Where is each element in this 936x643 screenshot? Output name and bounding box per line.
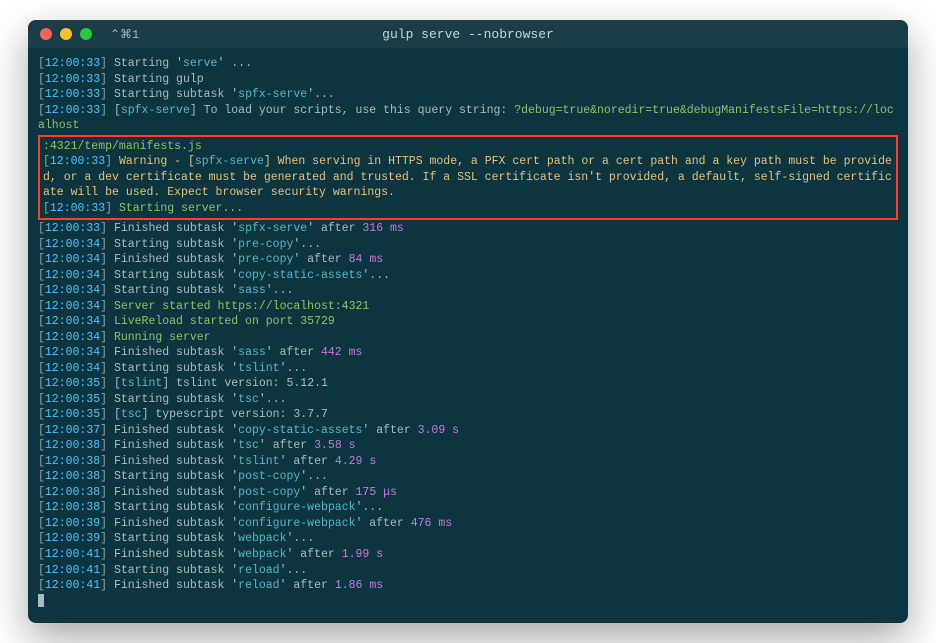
log-line: [12:00:38] Finished subtask 'tsc' after …: [38, 438, 898, 454]
log-line: [12:00:33] Starting 'serve' ...: [38, 56, 898, 72]
log-line: [12:00:34] Running server: [38, 330, 898, 346]
log-line: [12:00:33] Finished subtask 'spfx-serve'…: [38, 221, 898, 237]
terminal-output[interactable]: [12:00:33] Starting 'serve' ...[12:00:33…: [28, 48, 908, 623]
log-line: [12:00:35] [tslint] tslint version: 5.12…: [38, 376, 898, 392]
log-line: [12:00:38] Finished subtask 'post-copy' …: [38, 485, 898, 501]
log-line: [12:00:41] Finished subtask 'webpack' af…: [38, 547, 898, 563]
log-line: [12:00:33] Starting server...: [43, 201, 893, 217]
log-line: [12:00:34] Finished subtask 'pre-copy' a…: [38, 252, 898, 268]
close-icon[interactable]: [40, 28, 52, 40]
title-bar: ⌃⌘1 gulp serve --nobrowser: [28, 20, 908, 48]
log-line: :4321/temp/manifests.js: [43, 139, 893, 155]
log-line: [12:00:41] Finished subtask 'reload' aft…: [38, 578, 898, 594]
log-line: [12:00:39] Starting subtask 'webpack'...: [38, 531, 898, 547]
prompt-cursor[interactable]: [38, 594, 898, 610]
log-line: [12:00:33] Starting gulp: [38, 72, 898, 88]
log-line: [12:00:34] Finished subtask 'sass' after…: [38, 345, 898, 361]
log-line: [12:00:34] LiveReload started on port 35…: [38, 314, 898, 330]
log-line: [12:00:35] Starting subtask 'tsc'...: [38, 392, 898, 408]
window-title: gulp serve --nobrowser: [382, 27, 554, 42]
log-line: [12:00:34] Starting subtask 'copy-static…: [38, 268, 898, 284]
log-line: [12:00:38] Finished subtask 'tslint' aft…: [38, 454, 898, 470]
log-line: [12:00:38] Starting subtask 'configure-w…: [38, 500, 898, 516]
log-line: [12:00:41] Starting subtask 'reload'...: [38, 563, 898, 579]
minimize-icon[interactable]: [60, 28, 72, 40]
log-line: [12:00:37] Finished subtask 'copy-static…: [38, 423, 898, 439]
tab-shortcut: ⌃⌘1: [110, 27, 139, 42]
log-line: [12:00:33] [spfx-serve] To load your scr…: [38, 103, 898, 134]
log-line: [12:00:34] Server started https://localh…: [38, 299, 898, 315]
log-line: [12:00:35] [tsc] typescript version: 3.7…: [38, 407, 898, 423]
log-line: [12:00:34] Starting subtask 'sass'...: [38, 283, 898, 299]
log-line: [12:00:34] Starting subtask 'tslint'...: [38, 361, 898, 377]
log-line: [12:00:34] Starting subtask 'pre-copy'..…: [38, 237, 898, 253]
traffic-lights: [40, 28, 92, 40]
log-line: [12:00:39] Finished subtask 'configure-w…: [38, 516, 898, 532]
terminal-window: ⌃⌘1 gulp serve --nobrowser [12:00:33] St…: [28, 20, 908, 623]
log-line: [12:00:33] Starting subtask 'spfx-serve'…: [38, 87, 898, 103]
log-line: [12:00:33] Warning - [spfx-serve] When s…: [43, 154, 893, 201]
highlighted-warning-block: :4321/temp/manifests.js[12:00:33] Warnin…: [38, 135, 898, 221]
maximize-icon[interactable]: [80, 28, 92, 40]
log-line: [12:00:38] Starting subtask 'post-copy'.…: [38, 469, 898, 485]
